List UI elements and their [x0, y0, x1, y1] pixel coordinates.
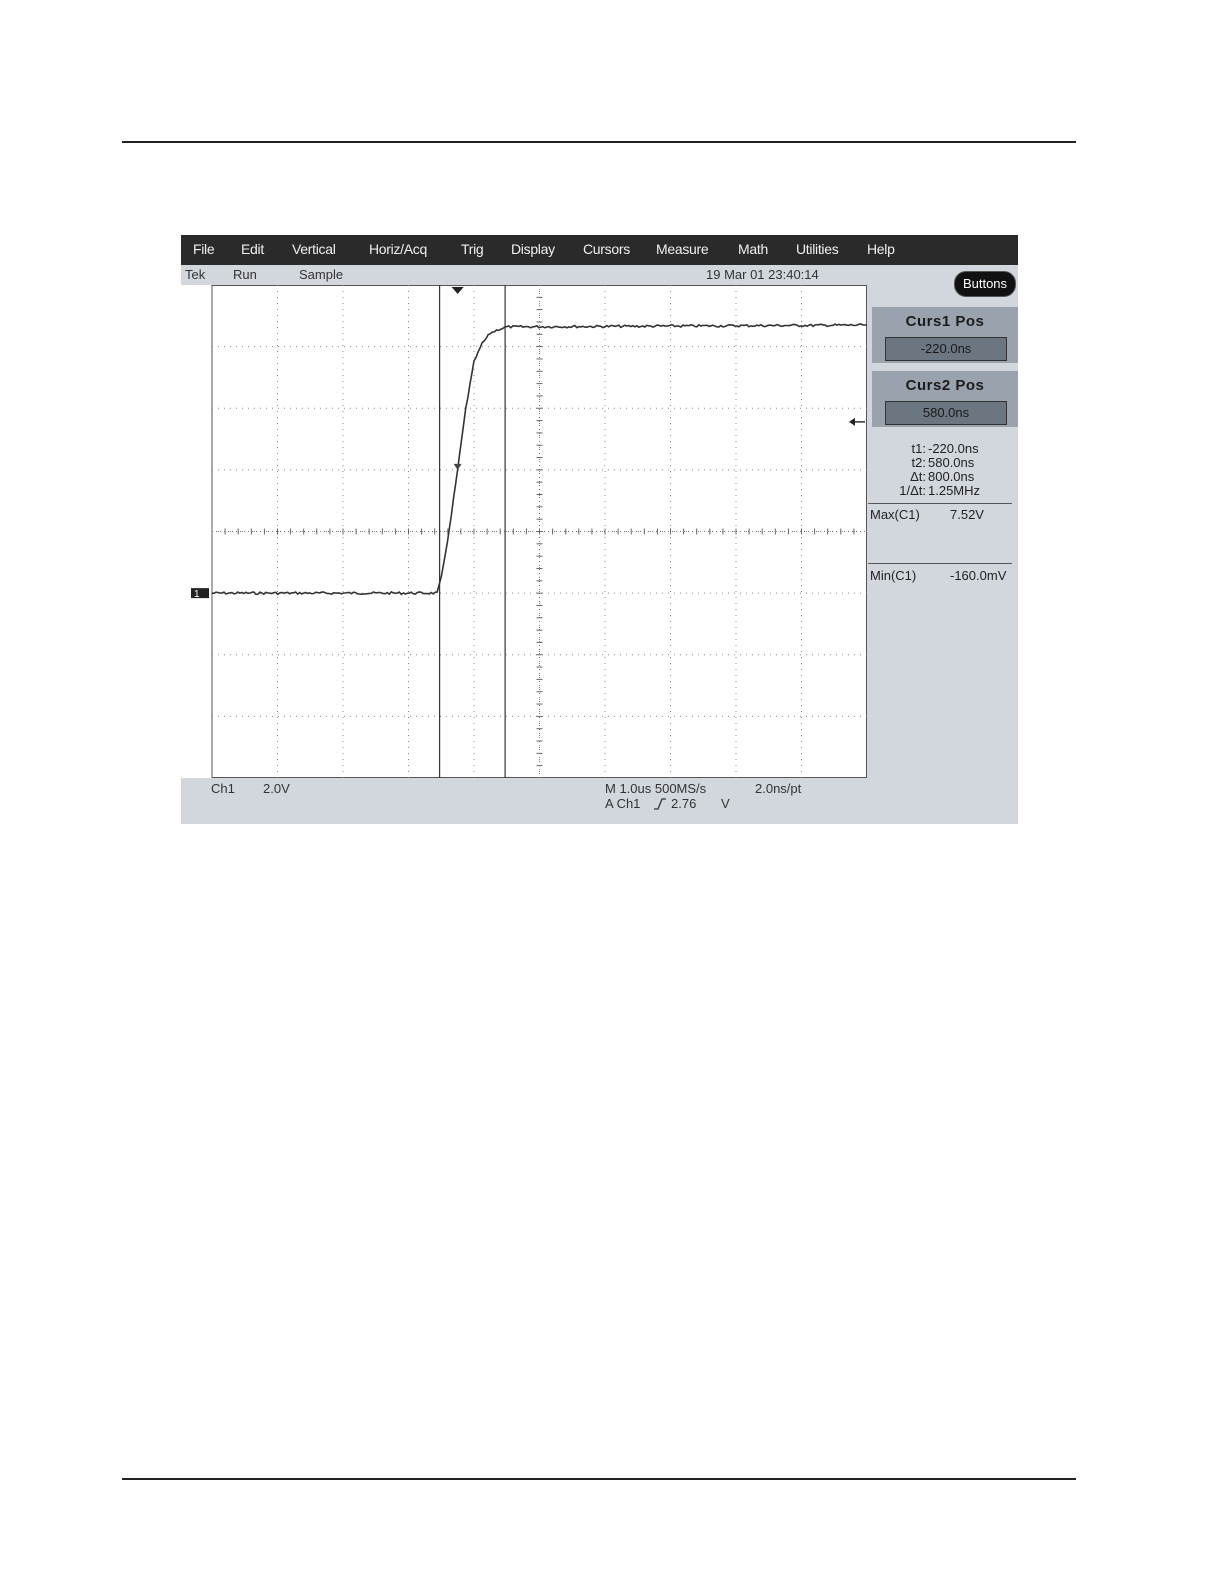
trigger-unit: V [721, 796, 730, 811]
curs1-title: Curs1 Pos [905, 313, 985, 330]
menu-trig[interactable]: Trig [461, 241, 484, 257]
top-rule [122, 141, 1076, 143]
curs2-pos-control[interactable]: Curs2 Pos 580.0ns [872, 371, 1018, 427]
trigger-point-marker [453, 463, 462, 470]
t2-label: t2: [911, 455, 926, 470]
menu-help[interactable]: Help [867, 241, 895, 257]
waveform-plot: 1 [191, 285, 867, 778]
max-c1-label: Max(C1) [870, 507, 920, 522]
trigger-source: A Ch1 [605, 796, 641, 811]
bottom-rule [122, 1478, 1076, 1480]
rising-edge-icon [654, 798, 666, 810]
t1-label: t1: [911, 441, 926, 456]
curs1-value-field[interactable]: -220.0ns [885, 337, 1007, 361]
brand-label: Tek [185, 267, 206, 282]
bottom-status: Ch1 2.0V M 1.0us 500MS/s 2.0ns/pt A Ch1 … [181, 778, 1018, 824]
channel-1-marker-label: 1 [194, 589, 200, 600]
trigger-level: 2.76 [671, 796, 697, 811]
curs1-pos-control[interactable]: Curs1 Pos -220.0ns [872, 307, 1018, 363]
t2-value: 580.0ns [928, 455, 975, 470]
menu-utilities[interactable]: Utilities [796, 241, 839, 257]
volts-per-div: 2.0V [263, 781, 290, 796]
side-panel: Buttons Curs1 Pos -220.0ns Curs2 Pos 580… [868, 265, 1018, 824]
run-state: Run [233, 267, 257, 282]
menu-vertical[interactable]: Vertical [292, 241, 336, 257]
acq-mode: Sample [299, 267, 344, 282]
menu-edit[interactable]: Edit [241, 241, 264, 257]
measure-divider [868, 503, 1012, 504]
menu-display[interactable]: Display [511, 241, 555, 257]
curs2-value-field[interactable]: 580.0ns [885, 401, 1007, 425]
delta-t-value: 800.0ns [928, 469, 975, 484]
min-c1-label: Min(C1) [870, 568, 917, 583]
buttons-toggle-button[interactable]: Buttons [954, 271, 1016, 297]
oscilloscope-screen: File Edit Vertical Horiz/Acq Trig Displa… [181, 235, 1018, 824]
datetime: 19 Mar 01 23:40:14 [706, 267, 819, 282]
trigger-level-arrow-head [849, 417, 855, 426]
t1-value: -220.0ns [928, 441, 979, 456]
menu-math[interactable]: Math [738, 241, 768, 257]
curs2-title: Curs2 Pos [905, 377, 985, 394]
measure-divider [868, 563, 1012, 564]
channel-label: Ch1 [211, 781, 235, 796]
delta-t-label: Δt: [910, 469, 926, 484]
menu-bar: File Edit Vertical Horiz/Acq Trig Displa… [181, 235, 1018, 265]
waveform-display[interactable]: 1 [181, 285, 867, 778]
menu-horiz-acq[interactable]: Horiz/Acq [369, 241, 427, 257]
inv-delta-t-label: 1/Δt: [899, 483, 926, 498]
menu-measure[interactable]: Measure [656, 241, 709, 257]
min-c1-value: -160.0mV [950, 568, 1007, 583]
trigger-position-marker [451, 287, 464, 294]
resolution-readout: 2.0ns/pt [755, 781, 802, 796]
menu-file[interactable]: File [193, 241, 215, 257]
inv-delta-t-value: 1.25MHz [928, 483, 981, 498]
menu-cursors[interactable]: Cursors [583, 241, 630, 257]
max-c1-value: 7.52V [950, 507, 984, 522]
timebase-readout: M 1.0us 500MS/s [605, 781, 707, 796]
